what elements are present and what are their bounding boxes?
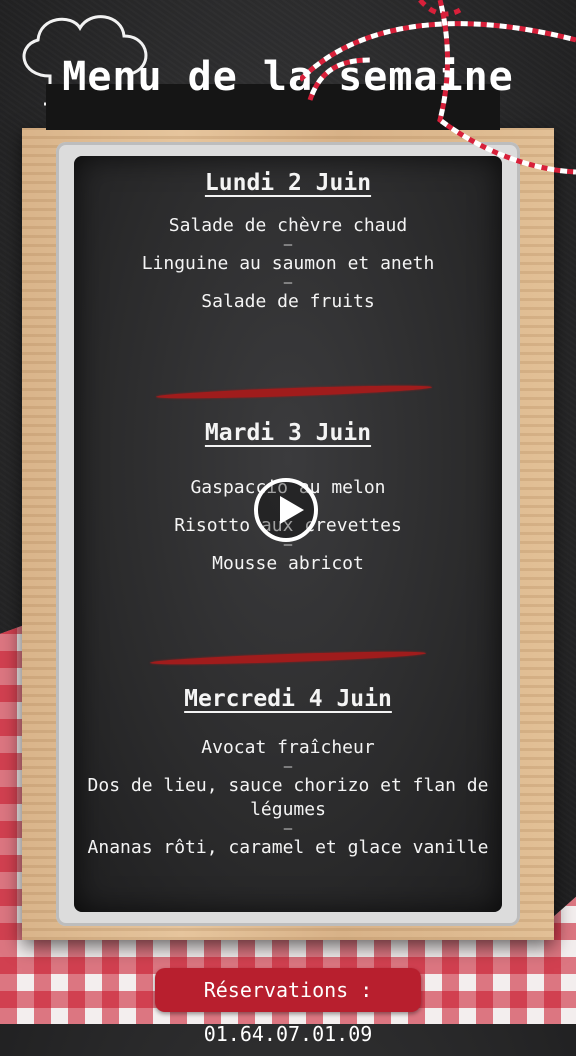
day-title: Mercredi 4 Juin <box>184 686 392 712</box>
play-icon[interactable] <box>254 478 318 542</box>
reservations-badge[interactable]: Réservations : 01.64.07.01.09 <box>155 968 421 1046</box>
day-title: Lundi 2 Juin <box>204 170 372 196</box>
twine-decoration <box>300 0 576 175</box>
dish-item: Salade de fruits <box>201 291 375 312</box>
day-section-3: Mercredi 4 Juin Avocat fraîcheur – Dos d… <box>74 686 502 860</box>
dish-item: Avocat fraîcheur <box>201 737 375 758</box>
day-title: Mardi 3 Juin <box>204 420 372 446</box>
separator-dash: – <box>283 759 293 775</box>
dish-item: Ananas rôti, caramel et glace vanille <box>87 837 489 858</box>
dish-item: Salade de chèvre chaud <box>168 215 408 236</box>
dish-item: Dos de lieu, sauce chorizo et flan de lé… <box>87 775 489 820</box>
dish-item: Linguine au saumon et aneth <box>141 253 435 274</box>
separator-dash: – <box>283 821 293 837</box>
separator-dash: – <box>283 275 293 291</box>
separator-dash: – <box>283 237 293 253</box>
day-section-1: Lundi 2 Juin Salade de chèvre chaud – Li… <box>74 170 502 314</box>
dish-item: Mousse abricot <box>212 553 364 574</box>
